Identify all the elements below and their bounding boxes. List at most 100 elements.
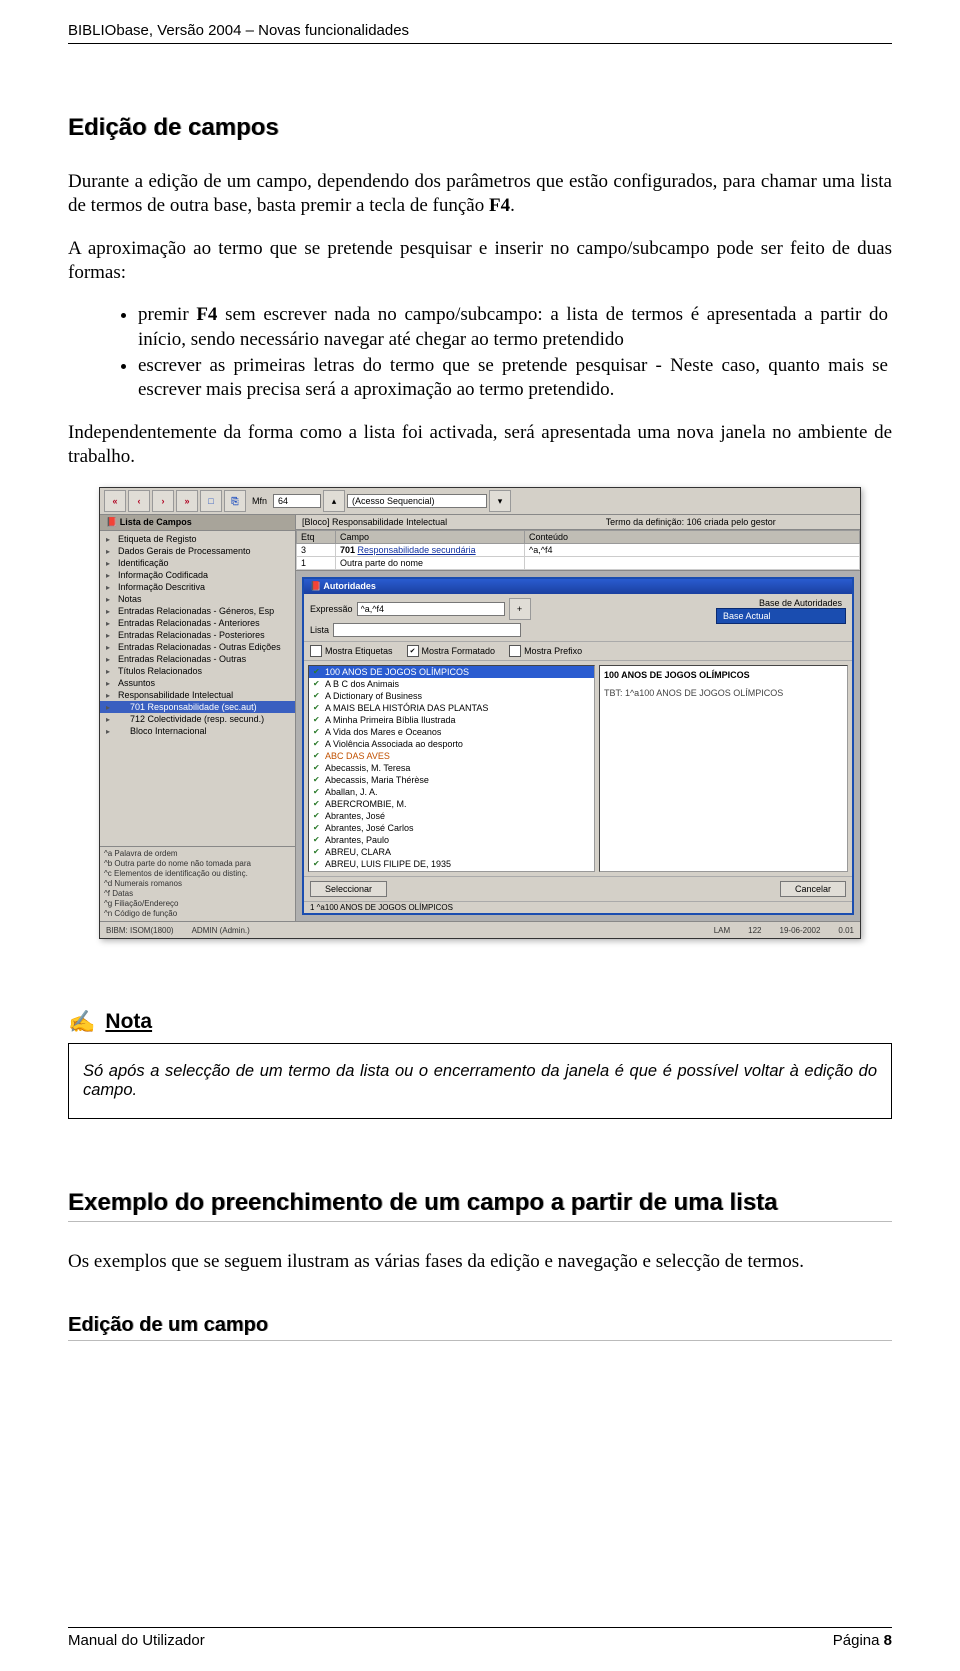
heading-edicao-campos: Edição de campos	[68, 114, 892, 142]
term-row[interactable]: Abecassis, Maria Thérèse	[309, 774, 594, 786]
heading-edicao-um-campo: Edição de um campo	[68, 1314, 892, 1341]
status-cell: LAM	[714, 926, 730, 935]
field-grid: Etq Campo Conteúdo 3 701 Responsabilidad…	[296, 530, 860, 571]
status-bar: BIBM: ISOM(1800) ADMIN (Admin.) LAM 122 …	[100, 921, 860, 938]
tree-item[interactable]: Responsabilidade Intelectual	[100, 689, 295, 701]
cell: 701 Responsabilidade secundária	[336, 544, 525, 557]
term-row[interactable]: Abrantes, José Carlos	[309, 822, 594, 834]
nav-prev-button[interactable]: ‹	[128, 490, 150, 512]
tree-subitem[interactable]: 701 Responsabilidade (sec.aut)	[100, 701, 295, 713]
term-row[interactable]: 100 ANOS DE JOGOS OLÍMPICOS	[309, 666, 594, 678]
tree-item[interactable]: Notas	[100, 593, 295, 605]
chk-show-prefix[interactable]: Mostra Prefixo	[509, 645, 582, 657]
note-line: ^b Outra parte do nome não tomada para	[104, 859, 291, 869]
left-pane: 📕 Lista de Campos Etiqueta de RegistoDad…	[100, 515, 296, 921]
tree-item[interactable]: Entradas Relacionadas - Géneros, Esp	[100, 605, 295, 617]
db-label: Base de Autoridades	[716, 598, 846, 608]
expression-input[interactable]	[357, 602, 505, 616]
note-label: Nota	[105, 1010, 152, 1034]
text: Mostra Prefixo	[524, 646, 582, 656]
left-pane-title: 📕 Lista de Campos	[100, 515, 295, 531]
tree-item[interactable]: Entradas Relacionadas - Outras	[100, 653, 295, 665]
text: Página	[833, 1632, 884, 1649]
nav-first-button[interactable]: «	[104, 490, 126, 512]
term-row[interactable]: A MAIS BELA HISTÓRIA DAS PLANTAS	[309, 702, 594, 714]
text: .	[510, 195, 515, 216]
cell: 1	[297, 557, 336, 570]
db-value: Base Actual	[716, 608, 846, 624]
table-row[interactable]: 1 Outra parte do nome	[297, 557, 860, 570]
cell: ^a,^f4	[525, 544, 860, 557]
tree-subitem[interactable]: Bloco Internacional	[100, 725, 295, 737]
term-row[interactable]: Aballan, J. A.	[309, 786, 594, 798]
text: Mostra Formatado	[422, 646, 496, 656]
list-label: Lista	[310, 625, 329, 635]
key-f4: F4	[196, 304, 217, 325]
term-row[interactable]: ABREU, MANUELA	[309, 870, 594, 872]
checkbox-row: Mostra Etiquetas Mostra Formatado Mostra…	[304, 642, 852, 660]
tree-item[interactable]: Informação Codificada	[100, 569, 295, 581]
nav-next-button[interactable]: ›	[152, 490, 174, 512]
chk-show-labels[interactable]: Mostra Etiquetas	[310, 645, 393, 657]
nav-last-button[interactable]: »	[176, 490, 198, 512]
tree-item[interactable]: Entradas Relacionadas - Anteriores	[100, 617, 295, 629]
record-header: [Bloco] Responsabilidade Intelectual Ter…	[296, 515, 860, 530]
select-button[interactable]: Seleccionar	[310, 881, 387, 897]
header-rule	[68, 43, 892, 44]
col-header: Campo	[336, 531, 525, 544]
status-cell: 19-06-2002	[780, 926, 821, 935]
tree-subitem[interactable]: 712 Colectividade (resp. secund.)	[100, 713, 295, 725]
cancel-button[interactable]: Cancelar	[780, 881, 846, 897]
field-tree[interactable]: Etiqueta de RegistoDados Gerais de Proce…	[100, 531, 295, 846]
mfn-step-button[interactable]: ▴	[323, 490, 345, 512]
cell: Outra parte do nome	[336, 557, 525, 570]
tree-item[interactable]: Etiqueta de Registo	[100, 533, 295, 545]
tree-item[interactable]: Assuntos	[100, 677, 295, 689]
heading-exemplo: Exemplo do preenchimento de um campo a p…	[68, 1189, 892, 1222]
text: Durante a edição de um campo, dependendo…	[68, 171, 892, 216]
tree-item[interactable]: Informação Descritiva	[100, 581, 295, 593]
tree-item[interactable]: Dados Gerais de Processamento	[100, 545, 295, 557]
term-row[interactable]: Abrantes, Paulo	[309, 834, 594, 846]
list-item: escrever as primeiras letras do termo qu…	[138, 354, 892, 403]
plus-button[interactable]: +	[509, 598, 531, 620]
term-row[interactable]: ABC DAS AVES	[309, 750, 594, 762]
db-selector[interactable]: Base de Autoridades Base Actual	[716, 598, 846, 624]
list-input[interactable]	[333, 623, 521, 637]
mfn-field[interactable]: 64	[273, 494, 321, 508]
text: Mostra Etiquetas	[325, 646, 393, 656]
authorities-top: Expressão + Lista Base de Aut	[304, 594, 852, 642]
term-preview: 100 ANOS DE JOGOS OLÍMPICOS TBT: 1^a100 …	[599, 665, 848, 872]
tree-item[interactable]: Entradas Relacionadas - Posteriores	[100, 629, 295, 641]
term-row[interactable]: A Vida dos Mares e Oceanos	[309, 726, 594, 738]
col-header: Conteúdo	[525, 531, 860, 544]
tree-item[interactable]: Títulos Relacionados	[100, 665, 295, 677]
authorities-title: 📕 Autoridades	[304, 579, 852, 594]
mfn-label: Mfn	[252, 496, 267, 506]
right-pane: [Bloco] Responsabilidade Intelectual Ter…	[296, 515, 860, 921]
tree-item[interactable]: Identificação	[100, 557, 295, 569]
table-row[interactable]: 3 701 Responsabilidade secundária ^a,^f4	[297, 544, 860, 557]
term-row[interactable]: A Dictionary of Business	[309, 690, 594, 702]
text: 701	[340, 545, 355, 555]
tree-item[interactable]: Entradas Relacionadas - Outras Edições	[100, 641, 295, 653]
cell	[525, 557, 860, 570]
text: Termo da definição:	[606, 517, 687, 527]
term-row[interactable]: ABREU, LUIS FILIPE DE, 1935	[309, 858, 594, 870]
term-row[interactable]: A Minha Primeira Bíblia Ilustrada	[309, 714, 594, 726]
authorities-body: 100 ANOS DE JOGOS OLÍMPICOSA B C dos Ani…	[304, 660, 852, 876]
term-row[interactable]: Abrantes, José	[309, 810, 594, 822]
doc-header: BIBLIObase, Versão 2004 – Novas funciona…	[68, 22, 892, 41]
action-button[interactable]: □	[200, 490, 222, 512]
dropdown-button[interactable]: ▾	[489, 490, 511, 512]
action-button[interactable]: ⎘	[224, 490, 246, 512]
term-row[interactable]: ABERCROMBIE, M.	[309, 798, 594, 810]
preview-title: 100 ANOS DE JOGOS OLÍMPICOS	[604, 670, 843, 680]
term-row[interactable]: Abecassis, M. Teresa	[309, 762, 594, 774]
term-list[interactable]: 100 ANOS DE JOGOS OLÍMPICOSA B C dos Ani…	[308, 665, 595, 872]
term-row[interactable]: A B C dos Animais	[309, 678, 594, 690]
term-row[interactable]: A Violência Associada ao desporto	[309, 738, 594, 750]
status-cell: ADMIN (Admin.)	[192, 926, 250, 935]
term-row[interactable]: ABREU, CLARA	[309, 846, 594, 858]
chk-show-formatted[interactable]: Mostra Formatado	[407, 645, 496, 657]
